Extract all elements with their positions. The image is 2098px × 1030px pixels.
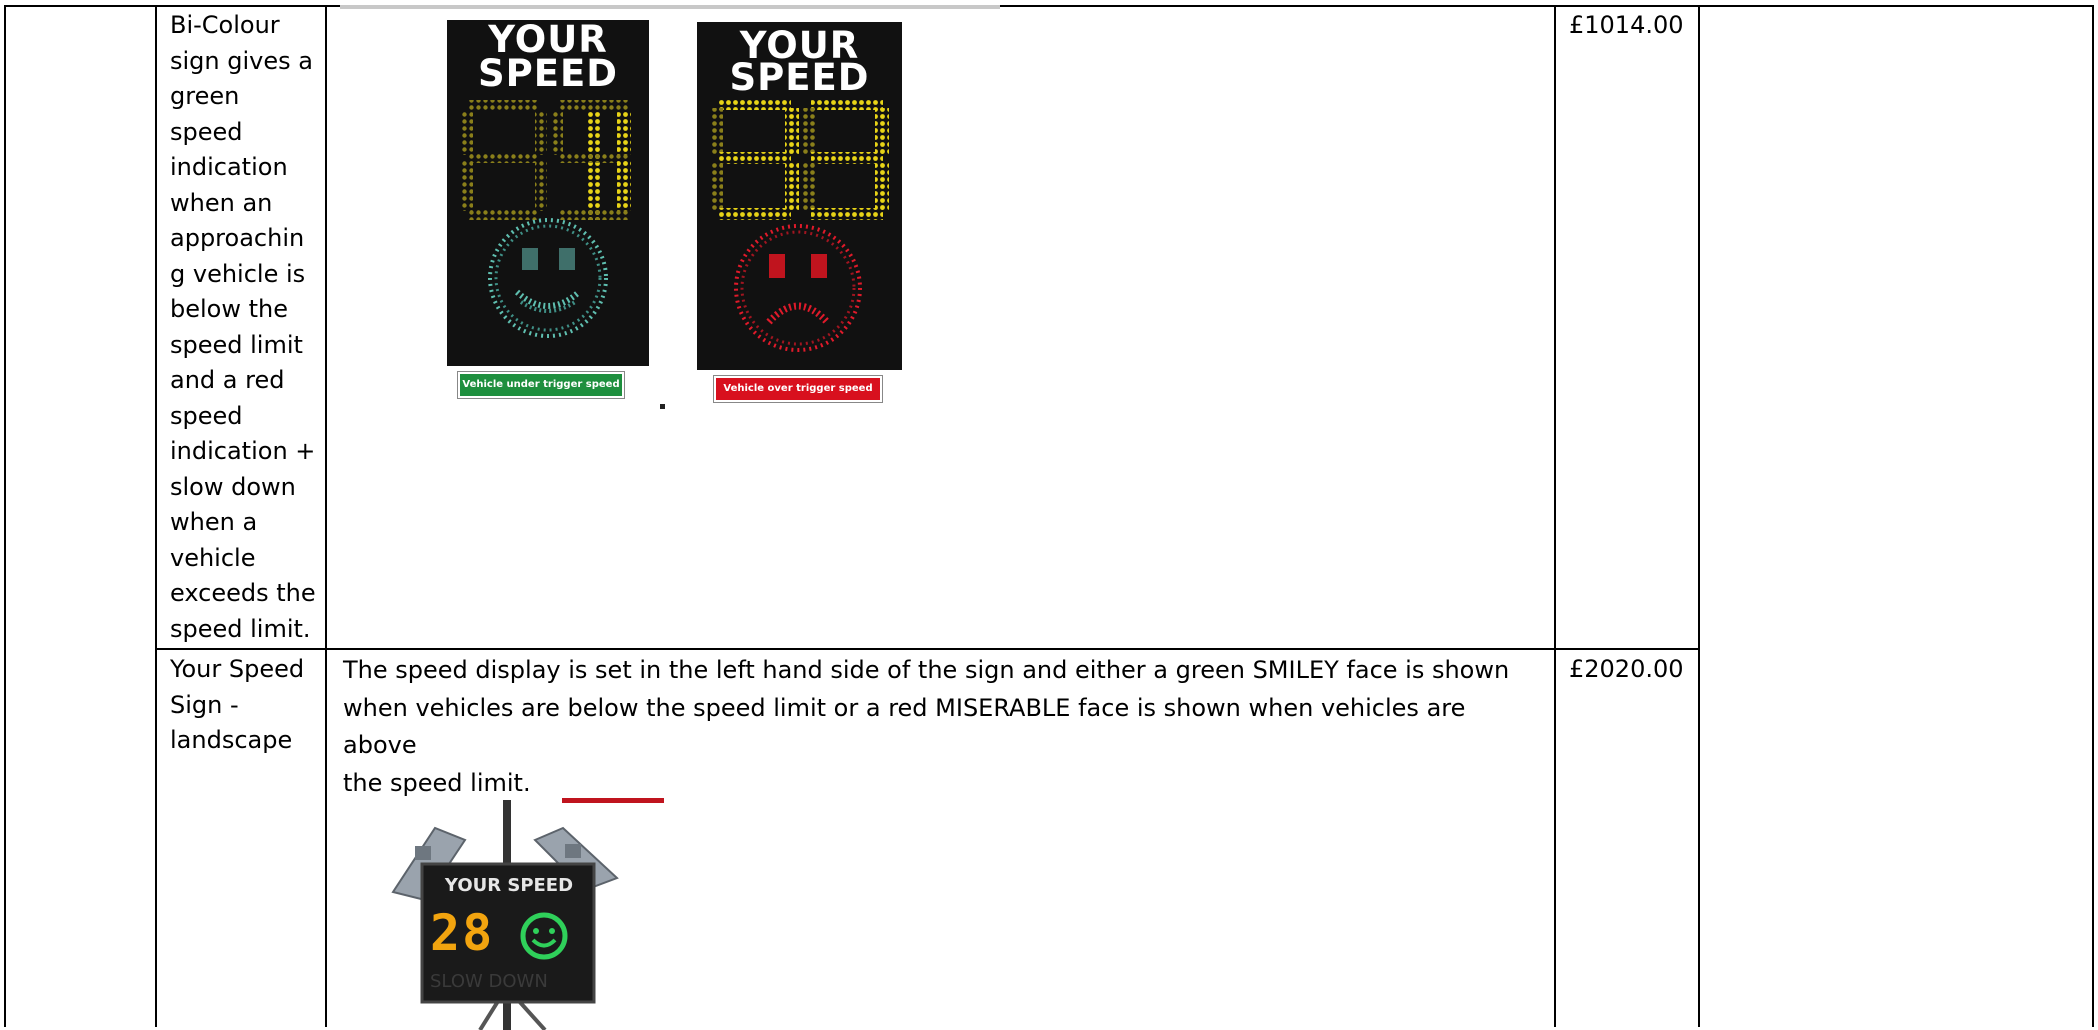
smiley-face-icon — [520, 912, 568, 960]
name-line: Your Speed — [170, 655, 305, 683]
desc-line: The speed display is set in the left han… — [343, 656, 1510, 684]
landscape-sign-title: YOUR SPEED — [444, 875, 574, 896]
row2-name: Your Speed Sign - landscape — [170, 652, 320, 759]
column-divider-3 — [1554, 5, 1556, 1027]
desc-line: indication + — [170, 437, 316, 465]
badge-over-speed: Vehicle over trigger speed — [713, 375, 883, 403]
speed-sign-green: YOUR SPEED — [447, 20, 649, 366]
led-digits-icon — [461, 100, 631, 338]
desc-line: vehicle — [170, 543, 256, 572]
column-divider-2 — [325, 5, 327, 1027]
desc-line: and a red — [170, 366, 285, 394]
row2-price: £2020.00 — [1569, 655, 1684, 683]
column-divider-1 — [155, 5, 157, 1027]
landscape-sign-subtext: SLOW DOWN — [430, 971, 548, 992]
desc-line: the speed limit. — [343, 768, 531, 797]
desc-line: below the — [170, 295, 288, 323]
column-divider-4 — [1698, 5, 1700, 1027]
desc-line: slow down — [170, 472, 296, 501]
led-digits-icon — [711, 98, 889, 352]
desc-line: speed — [170, 117, 243, 146]
desc-line: speed limit. — [170, 614, 311, 643]
image-artifact — [660, 404, 665, 409]
desc-line: when a — [170, 508, 258, 536]
table-border-right — [2092, 5, 2094, 1027]
desc-line: approachin — [170, 224, 305, 252]
desc-line: when an — [170, 188, 273, 217]
desc-line: g vehicle is — [170, 259, 306, 288]
desc-line: Bi-Colour — [170, 11, 280, 39]
desc-line: speed limit — [170, 330, 303, 359]
landscape-sign-digits: 28 — [430, 904, 495, 962]
desc-line: green — [170, 82, 240, 110]
desc-line: sign gives a — [170, 46, 313, 75]
desc-line: exceeds the — [170, 579, 316, 607]
row1-description: Bi-Colour sign gives a green speed indic… — [170, 8, 320, 647]
row-divider — [155, 648, 1700, 650]
row2-description: The speed display is set in the left han… — [343, 652, 1543, 802]
desc-line: indication — [170, 153, 288, 181]
desc-line: speed — [170, 401, 243, 430]
name-line: landscape — [170, 726, 293, 754]
table-border-left — [4, 5, 6, 1027]
name-line: Sign - — [170, 690, 239, 719]
desc-line: when vehicles are below the speed limit … — [343, 693, 1466, 760]
table-border-top — [4, 5, 2094, 7]
speed-sign-red: YOUR SPEED — [697, 22, 902, 370]
badge-under-speed: Vehicle under trigger speed — [457, 371, 625, 399]
image-crop-strip — [340, 5, 1000, 9]
row1-price: £1014.00 — [1569, 11, 1684, 39]
